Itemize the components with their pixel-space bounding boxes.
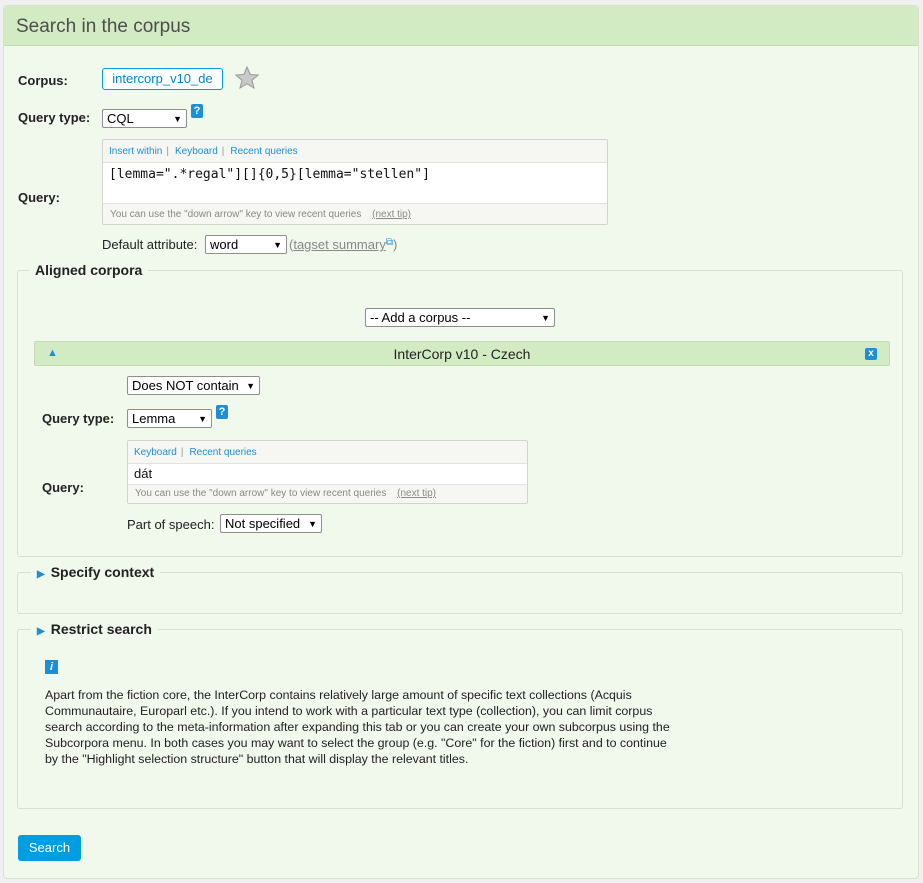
part-of-speech-label: Part of speech: [127,517,215,532]
default-attribute-label: Default attribute: [102,237,198,252]
aligned-query-hint: You can use the "down arrow" key to view… [135,488,436,499]
query-type-label: Query type: [18,110,91,125]
star-icon[interactable] [234,65,260,91]
triangle-right-icon: ▶ [37,626,45,637]
corpus-select-button[interactable]: intercorp_v10_de [102,68,223,90]
add-corpus-value: -- Add a corpus -- [370,310,471,325]
aligned-corpus-header: ▲ InterCorp v10 - Czech x [34,341,890,366]
dropdown-arrow-icon: ▼ [308,519,317,529]
aligned-corpus-title: InterCorp v10 - Czech [393,346,531,362]
info-icon: i [45,660,58,674]
corpus-label: Corpus: [18,73,68,88]
search-panel: Search in the corpus Corpus: intercorp_v… [3,5,919,879]
question-icon[interactable]: ? [216,405,228,419]
part-of-speech-select[interactable]: Not specified ▼ [220,514,322,533]
triangle-right-icon: ▶ [37,569,45,580]
contain-select[interactable]: Does NOT contain ▼ [127,376,260,395]
aligned-query-type-value: Lemma [132,411,176,426]
restrict-search-label: Restrict search [50,621,152,637]
paren-close: ) [392,237,398,252]
part-of-speech-value: Not specified [225,516,301,531]
query-box: Insert within | Keyboard | Recent queries [l… [102,139,608,225]
default-attribute-select[interactable]: word ▼ [205,235,287,254]
dropdown-arrow-icon: ▼ [246,381,255,391]
close-icon[interactable]: x [865,348,877,360]
specify-context-label: Specify context [50,564,155,580]
keyboard-link[interactable]: Keyboard [134,447,177,458]
query-label: Query: [18,190,60,205]
query-input[interactable]: [lemma=".*regal"][]{0,5}[lemma="stellen"… [103,162,607,204]
dropdown-arrow-icon: ▼ [173,114,182,124]
question-icon[interactable]: ? [191,104,203,118]
query-links: Insert within | Keyboard | Recent queries [109,146,298,157]
aligned-query-links: Keyboard | Recent queries [134,447,257,458]
query-type-value: CQL [107,111,134,126]
aligned-query-type-label: Query type: [42,411,115,426]
restrict-info-text: Apart from the fiction core, the InterCo… [45,688,670,766]
tagset-summary: (tagset summary⧉) [289,237,397,252]
recent-queries-link[interactable]: Recent queries [230,146,297,157]
dropdown-arrow-icon: ▼ [198,414,207,424]
default-attribute-value: word [210,237,239,252]
aligned-query-input[interactable]: dát [128,463,527,485]
restrict-search-legend[interactable]: ▶ Restrict search [31,621,158,637]
aligned-corpora-legend: Aligned corpora [29,262,149,278]
search-button[interactable]: Search [18,835,81,861]
contain-value: Does NOT contain [132,378,239,393]
add-corpus-select[interactable]: -- Add a corpus -- ▼ [365,308,555,327]
specify-context-legend[interactable]: ▶ Specify context [31,564,161,580]
aligned-query-type-select[interactable]: Lemma ▼ [127,409,212,428]
query-hint-text: You can use the "down arrow" key to view… [110,209,362,220]
query-type-select[interactable]: CQL ▼ [102,109,187,128]
external-link-icon: ⧉ [385,237,393,248]
panel-header: Search in the corpus [4,6,918,46]
aligned-query-hint-text: You can use the "down arrow" key to view… [135,488,387,499]
next-tip-link[interactable]: (next tip) [372,209,411,220]
dropdown-arrow-icon: ▼ [541,313,550,323]
aligned-query-label: Query: [42,480,84,495]
query-hint: You can use the "down arrow" key to view… [110,209,411,220]
dropdown-arrow-icon: ▼ [273,240,282,250]
tagset-summary-link[interactable]: tagset summary [293,237,385,252]
insert-within-link[interactable]: Insert within [109,146,162,157]
recent-queries-link[interactable]: Recent queries [189,447,256,458]
panel-title: Search in the corpus [16,16,191,37]
next-tip-link[interactable]: (next tip) [397,488,436,499]
aligned-query-box: Keyboard | Recent queries dát You can use … [127,440,528,504]
keyboard-link[interactable]: Keyboard [175,146,218,157]
